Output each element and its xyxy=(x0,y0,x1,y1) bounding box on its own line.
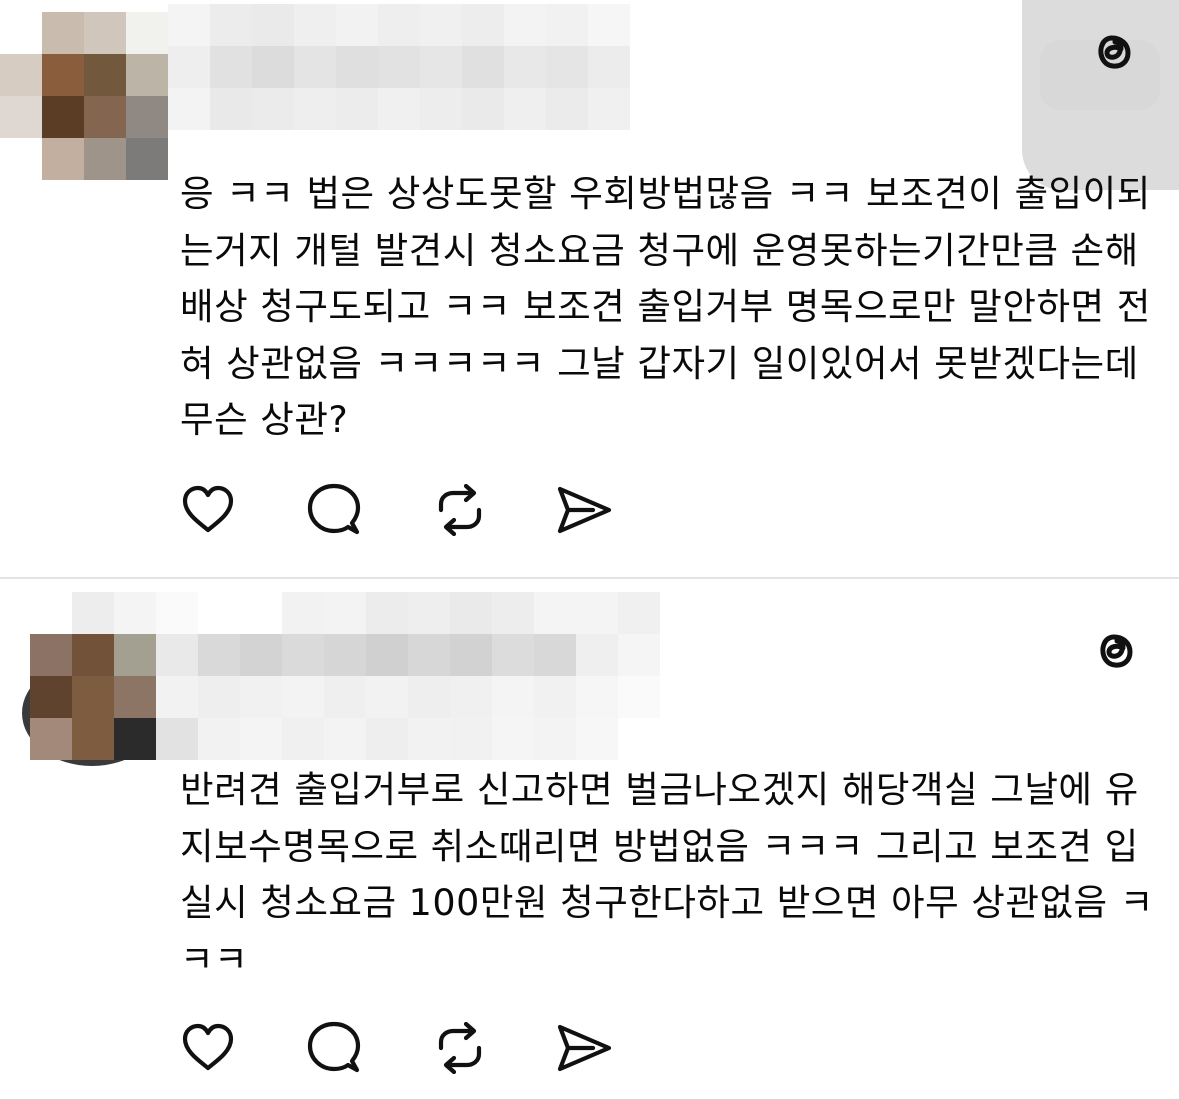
share-button[interactable] xyxy=(557,1020,613,1076)
post-text-line: ㅋㅋ xyxy=(180,937,249,981)
send-icon xyxy=(557,486,612,534)
post-text-line: 혀 상관없음 ㅋㅋㅋㅋㅋ 그날 갑자기 일이있어서 못받겠다는데 xyxy=(180,341,1139,385)
threads-logo-icon[interactable] xyxy=(1088,25,1138,75)
like-button[interactable] xyxy=(180,1020,236,1076)
post-actions xyxy=(180,1020,640,1076)
repost-button[interactable] xyxy=(432,482,488,538)
post-1: 응 ㅋㅋ 법은 상상도못할 우회방법많음 ㅋㅋ 보조견이 출입이되 는거지 개털… xyxy=(0,0,1179,578)
repost-icon xyxy=(438,484,482,536)
comment-icon xyxy=(307,483,361,535)
username-blurred[interactable] xyxy=(168,4,672,130)
heart-icon xyxy=(182,1023,234,1071)
post-body: 반려견 출입거부로 신고하면 벌금나오겠지 해당객실 그날에 유 지보수명목으로… xyxy=(180,762,1154,988)
share-button[interactable] xyxy=(557,482,613,538)
post-body: 응 ㅋㅋ 법은 상상도못할 우회방법많음 ㅋㅋ 보조견이 출입이되 는거지 개털… xyxy=(180,166,1151,449)
avatar-blurred-overlay xyxy=(30,634,156,760)
post-text-line: 지보수명목으로 취소때리면 방법없음 ㅋㅋㅋ 그리고 보조견 입 xyxy=(180,824,1139,868)
post-text-line: 실시 청소요금 100만원 청구한다하고 받으면 아무 상관없음 ㅋ xyxy=(180,881,1154,924)
like-button[interactable] xyxy=(180,482,236,538)
reply-button[interactable] xyxy=(306,1020,362,1076)
post-text-line: 무슨 상관? xyxy=(180,398,349,441)
post-text-line: 응 ㅋㅋ 법은 상상도못할 우회방법많음 ㅋㅋ 보조견이 출입이되 xyxy=(180,172,1151,215)
threads-logo-icon[interactable] xyxy=(1090,624,1140,674)
heart-icon xyxy=(182,485,234,533)
post-text-line: 반려견 출입거부로 신고하면 벌금나오겠지 해당객실 그날에 유 xyxy=(180,768,1139,811)
post-text-line: 배상 청구도되고 ㅋㅋ 보조견 출입거부 명목으로만 말안하면 전 xyxy=(180,285,1151,328)
repost-icon xyxy=(438,1022,482,1074)
reply-button[interactable] xyxy=(306,482,362,538)
post-text-line: 는거지 개털 발견시 청소요금 청구에 운영못하는기간만큼 손해 xyxy=(180,228,1139,272)
send-icon xyxy=(557,1024,612,1072)
post-actions xyxy=(180,482,640,538)
repost-button[interactable] xyxy=(432,1020,488,1076)
comment-icon xyxy=(307,1021,361,1073)
avatar-blurred[interactable] xyxy=(0,12,168,180)
